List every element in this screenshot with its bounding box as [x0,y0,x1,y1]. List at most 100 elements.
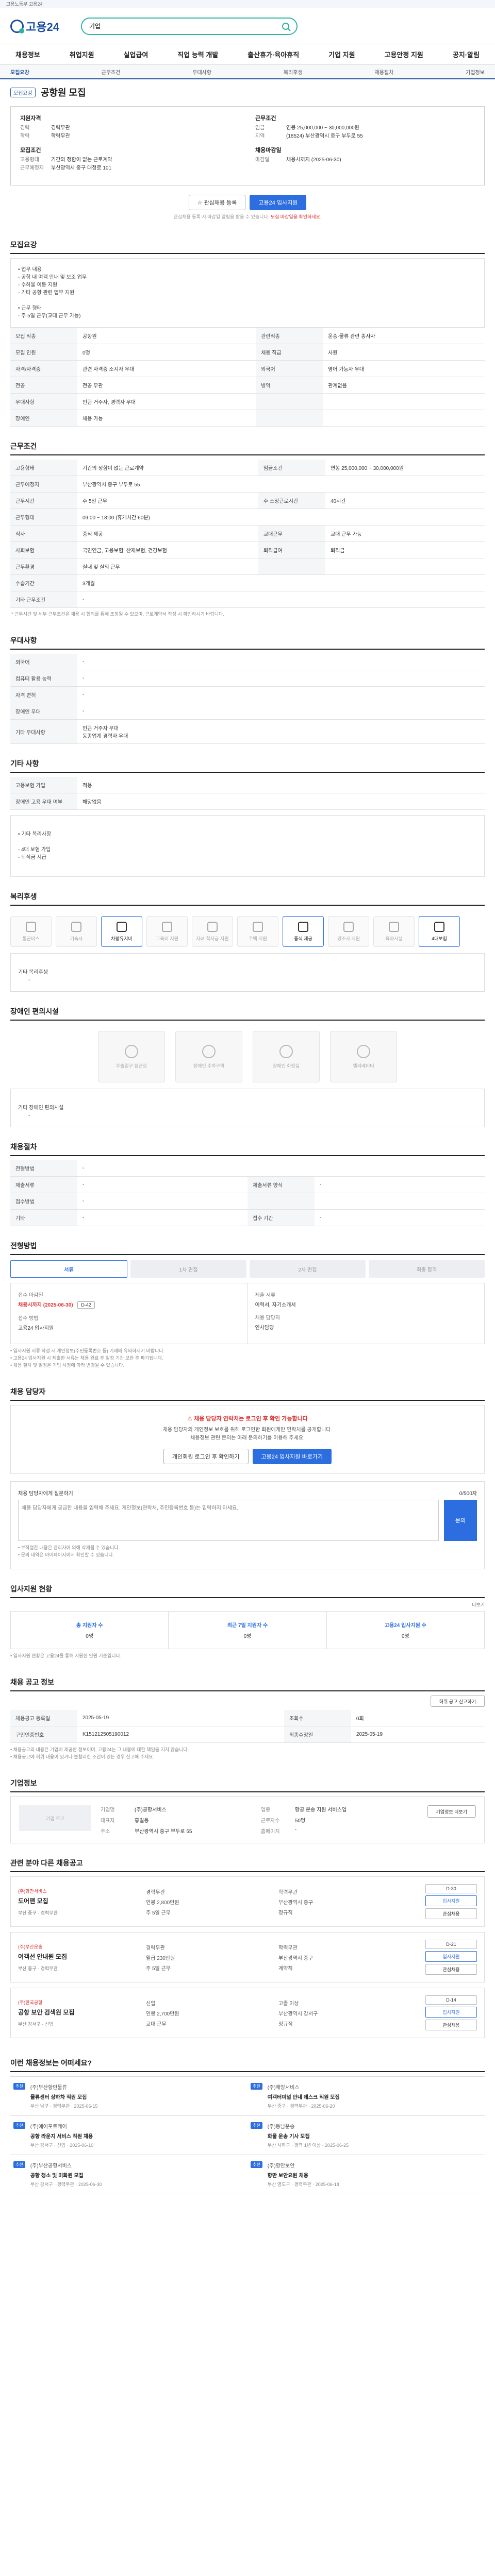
job-card[interactable]: (주)한국공항 공항 보안 검색원 모집 부산 강서구 · 신입 신입 고졸 이상 연봉 … [10,1988,485,2038]
search-icon[interactable] [282,22,289,30]
welfare-icon [71,921,81,932]
apply-stat: 최근 7일 지원자 수 0명 [168,1612,326,1649]
welfare-section: 복리후생 통근버스 기숙사 차량유지비 교육비 지원 자녀 학자금 지원 주택 지원 중식 … [10,877,485,992]
job-title[interactable]: 여객선 안내원 모집 [18,1952,137,1961]
inquiry-textarea[interactable] [18,1500,439,1541]
nav-item-0[interactable]: 채용정보 [15,49,40,59]
job-title[interactable]: 공항 보안 검색원 모집 [18,2008,137,2016]
welfare-icon [343,921,354,932]
inquiry-send-button[interactable]: 문의 [444,1500,477,1541]
job-actions: D-21 입사지원 관심채용 [420,1940,477,1975]
nav-item-6[interactable]: 고용안정 지원 [385,49,423,59]
main-nav: 채용정보 취업지원 실업급여 직업 능력 개발 출산휴가·육아휴직 기업 지원 고용안정 지… [0,44,495,65]
login-to-view-button[interactable]: 개인회원 로그인 후 확인하기 [163,1449,249,1464]
company-section: 기업정보 기업 로고 기업명 (주)공항서비스 업종 항공 운송 지원 서비스업 대표자… [10,1764,485,1843]
recruit-row: 모집 인원 0명 채용 직급 사원 [10,344,485,361]
summary-left-heading-2: 모집조건 [20,147,41,154]
process-label: 기타 [10,1209,77,1226]
company-more-button[interactable]: 기업정보 더보기 [427,1805,476,1818]
job-card[interactable]: (주)부산운송 여객선 안내원 모집 부산 중구 · 경력무관 경력무관 학력무관 월급 … [10,1932,485,1982]
apply-note-text: 관심채용 등록 시 마감일 알림을 받을 수 있습니다. [173,214,270,219]
nav-item-4[interactable]: 출산휴가·육아휴직 [248,49,299,59]
recommend-item[interactable]: 추천 (주)항만보안 항만 보안요원 채용 부산 영도구 · 경력무관 · 2025-… [248,2155,485,2194]
apply-stat: 고용24 입사지원 수 0명 [326,1612,484,1649]
recruit-label [256,410,323,427]
search-input[interactable] [89,22,278,30]
nav-item-5[interactable]: 기업 지원 [328,49,355,59]
inquiry-counter: 0/500자 [459,1491,477,1497]
recommend-title[interactable]: 공항 라운지 서비스 직원 채용 [30,2132,94,2140]
welfare-extra-label: 기타 복리후생 [18,970,48,975]
job-field: 학력무관 [278,1945,298,1951]
job-scrap-button[interactable]: 관심채용 [425,1964,477,1975]
summary-right-row: 지역 (18524) 부산광역시 중구 부두로 55 [255,132,475,141]
process-value: - [315,1176,485,1193]
job-field: 경력무관 [146,1889,165,1895]
tab-2[interactable]: 우대사항 [192,68,211,76]
recommend-title[interactable]: 여객터미널 안내 데스크 직원 모집 [268,2093,340,2100]
job-field: 교대 근무 [146,2021,167,2027]
recommend-section: 이런 채용정보는 어떠세요? 추천 (주)부산항만물류 물류센터 상하차 직원 모집… [10,2043,485,2215]
recommend-chip: 추천 [251,2083,262,2090]
process-value [315,1193,485,1210]
recruit-value: 공항원 [77,328,256,344]
recommend-item[interactable]: 추천 (주)부산공항서비스 공항 청소 및 미화원 모집 부산 강서구 · 경력무관 … [10,2155,248,2194]
conditions-label: 근무시간 [10,492,77,509]
summary-left2-key: 고용형태 [20,157,39,163]
nav-item-3[interactable]: 직업 능력 개발 [177,49,218,59]
scrap-button[interactable]: ☆ 관심채용 등록 [188,195,246,210]
tab-1[interactable]: 근무조건 [102,68,121,76]
welfare-label: 육아시설 [385,936,403,941]
tab-5[interactable]: 기업정보 [466,68,485,76]
nav-item-2[interactable]: 실업급여 [124,49,148,59]
job-field: 신입 [146,2001,156,2007]
recommend-title[interactable]: 공항 청소 및 미화원 모집 [30,2171,102,2179]
welfare-item: 경조사 지원 [328,916,369,947]
recommend-title[interactable]: 물류센터 상하차 직원 모집 [30,2093,98,2100]
job-title[interactable]: 도어맨 모집 [18,1896,137,1905]
summary-left2-row: 근무예정지 부산광역시 중구 대청로 101 [20,164,240,173]
recommend-company: (주)항만보안 [267,2163,295,2169]
summary-left-row: 경력 경력무관 [20,124,240,132]
recruit-value: 관계없음 [323,377,485,394]
conditions-value: 국민연금, 고용보험, 산재보험, 건강보험 [77,541,258,558]
job-dday: D-30 [425,1884,477,1893]
job-scrap-button[interactable]: 관심채용 [425,1908,477,1919]
disability-label: 주출입구 접근로 [116,1063,147,1069]
similar-section: 관련 분야 다른 채용공고 (주)항만서비스 도어맨 모집 부산 중구 · 경력무관… [10,1843,485,2038]
disability-label: 장애인 화장실 [272,1063,300,1069]
tab-3[interactable]: 복리후생 [284,68,303,76]
company-logo: 기업 로고 [19,1805,91,1831]
recommend-title[interactable]: 항만 보안요원 채용 [268,2171,339,2179]
apply-status-panel: 총 지원자 수 0명 최근 7일 지원자 수 0명 고용24 입사지원 수 0명 [10,1611,485,1649]
nav-item-1[interactable]: 취업지원 [70,49,94,59]
job-scrap-button[interactable]: 관심채용 [425,2020,477,2030]
job-card[interactable]: (주)항만서비스 도어맨 모집 부산 중구 · 경력무관 경력무관 학력무관 연봉 2,8… [10,1876,485,1927]
accessibility-icon [125,1044,138,1058]
tab-4[interactable]: 채용절차 [375,68,394,76]
nav-item-7[interactable]: 공지·알림 [453,49,480,59]
preferred-label: 기타 우대사항 [10,719,77,744]
tab-0[interactable]: 모집요강 [10,68,29,76]
apply-status-more-link[interactable]: 더보기 [472,1601,485,1608]
posting-value: 2025-05-19 [77,1710,284,1726]
apply-status-note: • 입사지원 현황은 고용24를 통해 지원한 인원 기준입니다. [10,1653,122,1658]
recommend-item[interactable]: 추천 (주)해양서비스 여객터미널 안내 데스크 직원 모집 부산 중구 · 경력무관… [248,2077,485,2116]
welfare-label: 4대보험 [432,936,447,941]
report-button[interactable]: 허위 공고 신고하기 [430,1696,485,1707]
job-apply-button[interactable]: 입사지원 [425,1895,477,1906]
conditions-footnote: * 근무시간 및 세부 근무조건은 채용 시 협의를 통해 조정될 수 있으며,… [11,612,224,617]
recommend-item[interactable]: 추천 (주)동남운송 화물 운송 기사 모집 부산 사하구 · 경력 1년 이상 · … [248,2116,485,2155]
apply-shortcut-button[interactable]: 고용24 입사지원 바로가기 [252,1449,332,1464]
conditions-label: 교대근무 [258,525,325,542]
recommend-title[interactable]: 화물 운송 기사 모집 [268,2132,349,2140]
job-apply-button[interactable]: 입사지원 [425,2007,477,2018]
recommend-item[interactable]: 추천 (주)에어포트케어 공항 라운지 서비스 직원 채용 부산 강서구 · 신입 ·… [10,2116,248,2155]
extra-table: 고용보험 가입 적용 장애인 고용 우대 여부 해당없음 [10,777,485,810]
apply-steps-section: 전형방법 서류 1차 면접 2차 면접 최종 합격 접수 마감일 채용시까지 (202… [10,1226,485,1372]
conditions-value: 실내 및 실외 근무 [77,558,258,575]
apply-button[interactable]: 고용24 입사지원 [250,195,307,210]
recommend-item[interactable]: 추천 (주)부산항만물류 물류센터 상하차 직원 모집 부산 남구 · 경력무관 · … [10,2077,248,2116]
site-logo[interactable]: 고용24 [10,18,59,35]
job-apply-button[interactable]: 입사지원 [425,1951,477,1962]
